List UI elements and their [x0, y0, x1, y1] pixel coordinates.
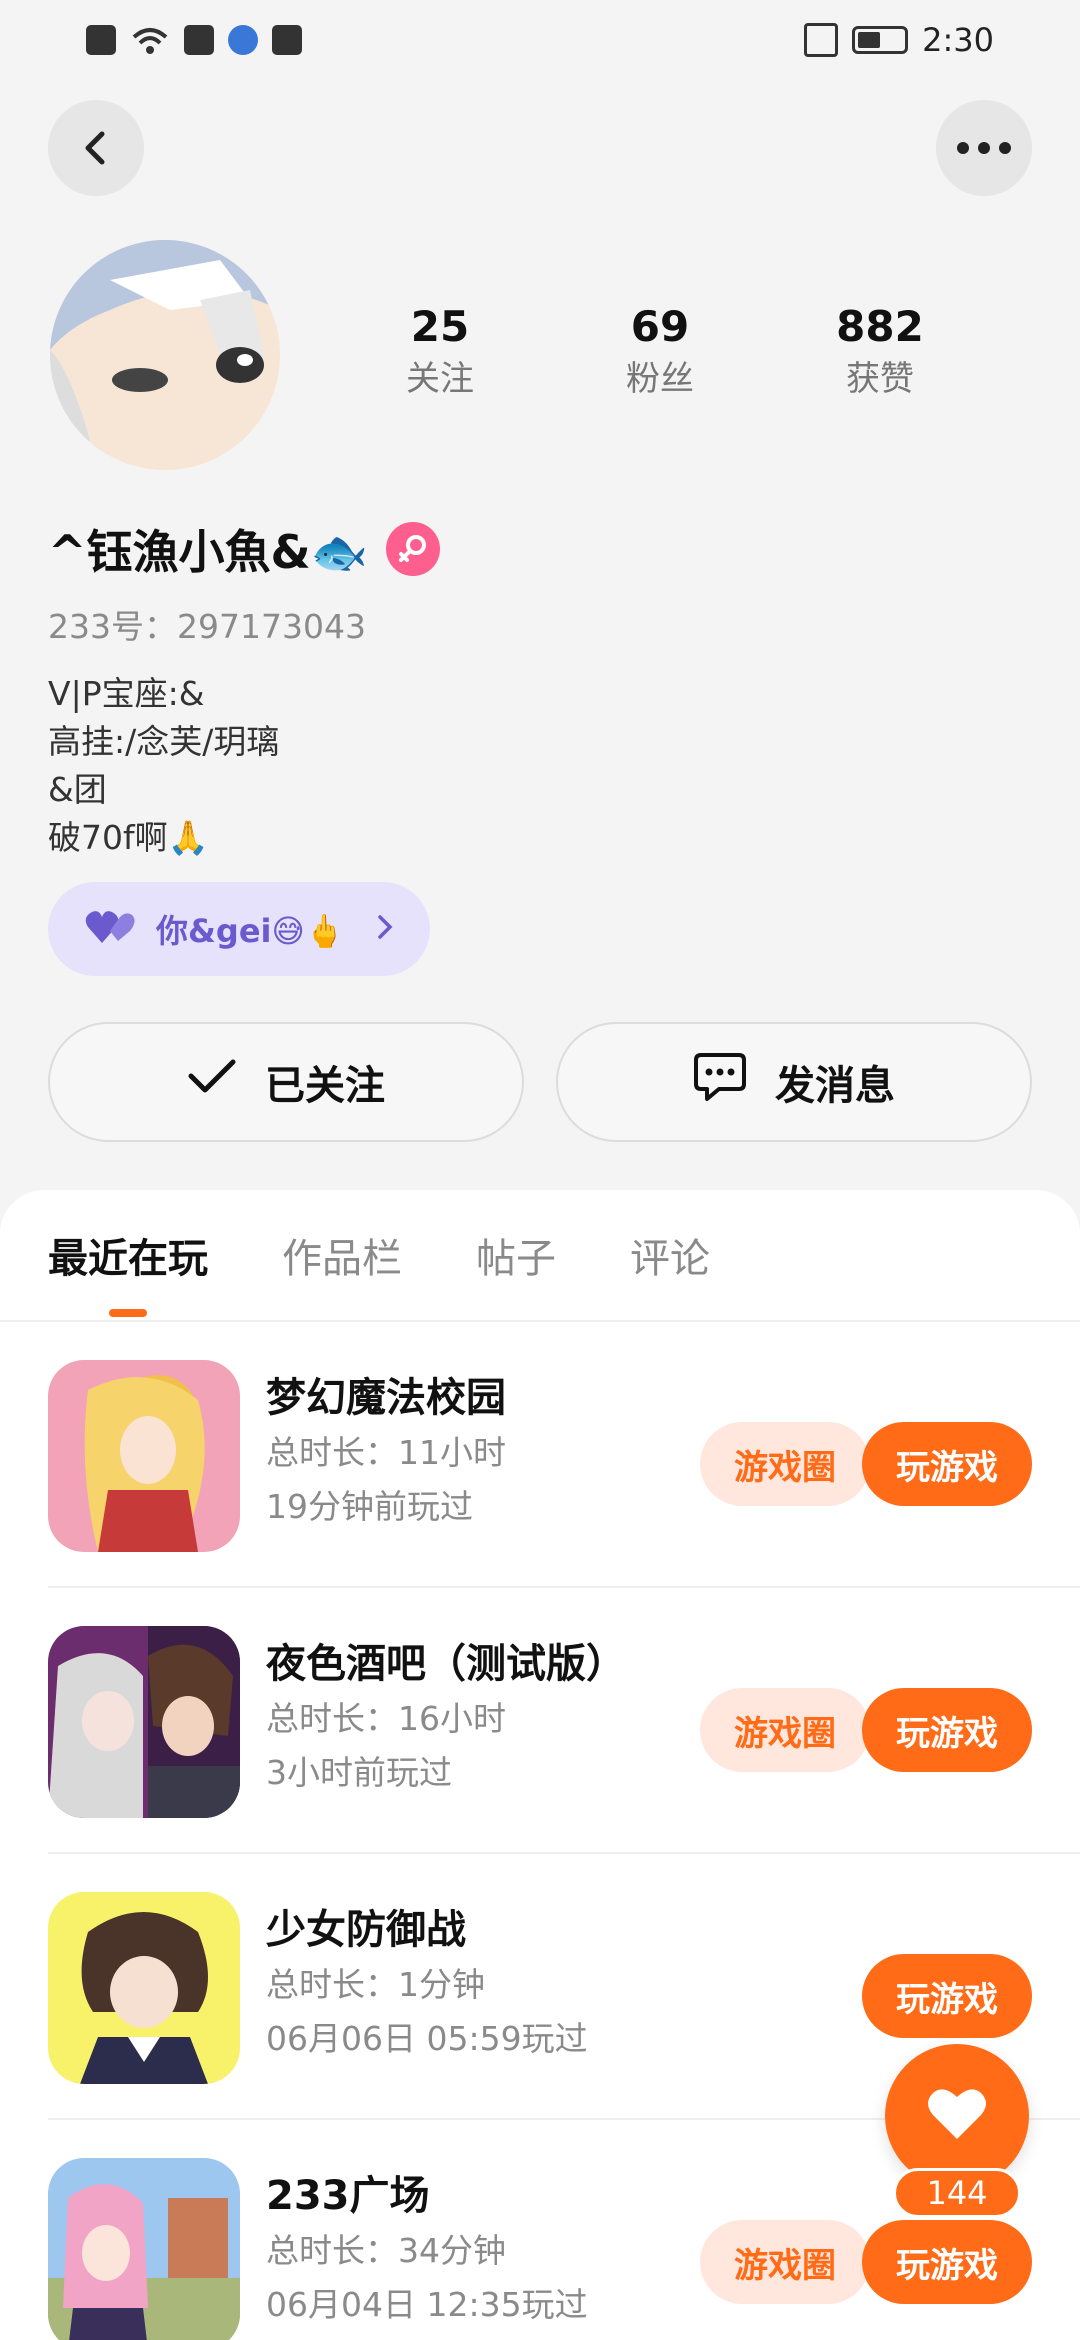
- female-icon: [385, 522, 440, 576]
- status-icons-left: [86, 25, 302, 55]
- game-last-played: 3小时前玩过: [266, 1753, 452, 1792]
- game-circle-button[interactable]: 游戏圈: [700, 1688, 870, 1772]
- stat-following[interactable]: 25 关注: [330, 300, 550, 404]
- battery-icon: [852, 26, 909, 54]
- bio-line: 破70f啊🙏: [48, 818, 209, 857]
- list-item[interactable]: 夜色酒吧（测试版） 总时长：16小时 3小时前玩过 游戏圈 玩游戏: [48, 1588, 1080, 1854]
- list-item[interactable]: 梦幻魔法校园 总时长：11小时 19分钟前玩过 游戏圈 玩游戏: [48, 1322, 1080, 1588]
- heart-icon: [925, 2085, 989, 2147]
- profile-tabs: 最近在玩 作品栏 帖子 评论: [0, 1190, 1080, 1322]
- game-duration: 总时长：16小时: [266, 1699, 506, 1738]
- more-button[interactable]: [936, 100, 1032, 196]
- more-dots-icon: [956, 141, 1012, 155]
- vibrate-icon: [804, 23, 839, 57]
- stat-label: 关注: [406, 359, 474, 399]
- message-label: 发消息: [775, 1063, 895, 1109]
- play-game-button[interactable]: 玩游戏: [862, 2220, 1032, 2304]
- bio-line: V|P宝座:&: [48, 674, 205, 713]
- stat-followers[interactable]: 69 粉丝: [550, 300, 770, 404]
- game-last-played: 06月06日 05:59玩过: [266, 2019, 588, 2058]
- nickname: ^钰漁小魚&🐟: [48, 525, 368, 579]
- tab-posts[interactable]: 帖子: [476, 1190, 556, 1321]
- stat-label: 获赞: [846, 359, 914, 399]
- heart-pair-icon: [84, 907, 136, 951]
- game-info: 夜色酒吧（测试版） 总时长：16小时 3小时前玩过: [266, 1636, 626, 1800]
- avatar[interactable]: [50, 240, 280, 470]
- play-game-button[interactable]: 玩游戏: [862, 1954, 1032, 2038]
- bio-line: &团: [48, 770, 107, 809]
- avatar-image: [50, 240, 280, 470]
- followed-button[interactable]: 已关注: [48, 1022, 524, 1142]
- game-title: 少女防御战: [266, 1907, 466, 1953]
- game-circle-button[interactable]: 游戏圈: [700, 2220, 870, 2304]
- play-game-button[interactable]: 玩游戏: [862, 1422, 1032, 1506]
- chat-bubble-icon: [693, 1052, 747, 1112]
- huawei-app-icon: [184, 25, 214, 55]
- game-icon: [48, 1626, 240, 1818]
- huawei-app-icon: [272, 25, 302, 55]
- game-duration: 总时长：1分钟: [266, 1965, 485, 2004]
- profile-stats: 25 关注 69 粉丝 882 获赞: [330, 300, 990, 404]
- status-time: 2:30: [922, 21, 994, 59]
- relation-label: 你&gei😅🖕: [156, 912, 345, 950]
- back-button[interactable]: [48, 100, 144, 196]
- game-info: 梦幻魔法校园 总时长：11小时 19分钟前玩过: [266, 1370, 506, 1534]
- stat-value: 25: [410, 302, 470, 351]
- game-duration: 总时长：11小时: [266, 1433, 506, 1472]
- relation-pill[interactable]: 你&gei😅🖕: [48, 882, 430, 976]
- bio: V|P宝座:& 高挂:/念芙/玥璃 &团 破70f啊🙏: [48, 670, 279, 862]
- stat-likes[interactable]: 882 获赞: [770, 300, 990, 404]
- like-button[interactable]: [885, 2044, 1029, 2188]
- user-id: 233号：297173043: [48, 607, 366, 646]
- tab-comments[interactable]: 评论: [630, 1190, 710, 1321]
- tab-works[interactable]: 作品栏: [282, 1190, 402, 1321]
- play-game-button[interactable]: 玩游戏: [862, 1688, 1032, 1772]
- wifi-icon: [130, 25, 170, 55]
- game-info: 少女防御战 总时长：1分钟 06月06日 05:59玩过: [266, 1902, 588, 2066]
- tab-recently-played[interactable]: 最近在玩: [48, 1190, 208, 1321]
- game-last-played: 19分钟前玩过: [266, 1487, 473, 1526]
- game-title: 夜色酒吧（测试版）: [266, 1641, 626, 1687]
- chevron-left-icon: [76, 128, 116, 168]
- status-bar: 2:30: [0, 0, 1080, 80]
- game-last-played: 06月04日 12:35玩过: [266, 2285, 588, 2324]
- game-duration: 总时长：34分钟: [266, 2231, 506, 2270]
- stat-value: 882: [836, 302, 924, 351]
- sim-alert-icon: [86, 25, 116, 55]
- bio-line: 高挂:/念芙/玥璃: [48, 722, 280, 761]
- game-title: 梦幻魔法校园: [266, 1375, 506, 1421]
- like-count: 144: [893, 2168, 1021, 2218]
- game-info: 233广场 总时长：34分钟 06月04日 12:35玩过: [266, 2168, 588, 2332]
- chevron-right-icon: [376, 913, 394, 945]
- check-icon: [187, 1058, 237, 1106]
- game-icon: [48, 1360, 240, 1552]
- status-icons-right: 2:30: [804, 21, 994, 59]
- game-title: 233广场: [266, 2173, 430, 2219]
- globe-icon: [228, 25, 258, 55]
- stat-value: 69: [630, 302, 690, 351]
- send-message-button[interactable]: 发消息: [556, 1022, 1032, 1142]
- game-circle-button[interactable]: 游戏圈: [700, 1422, 870, 1506]
- followed-label: 已关注: [265, 1063, 385, 1109]
- game-icon: [48, 2158, 240, 2340]
- game-icon: [48, 1892, 240, 2084]
- stat-label: 粉丝: [626, 359, 694, 399]
- nickname-row: ^钰漁小魚&🐟: [48, 516, 440, 582]
